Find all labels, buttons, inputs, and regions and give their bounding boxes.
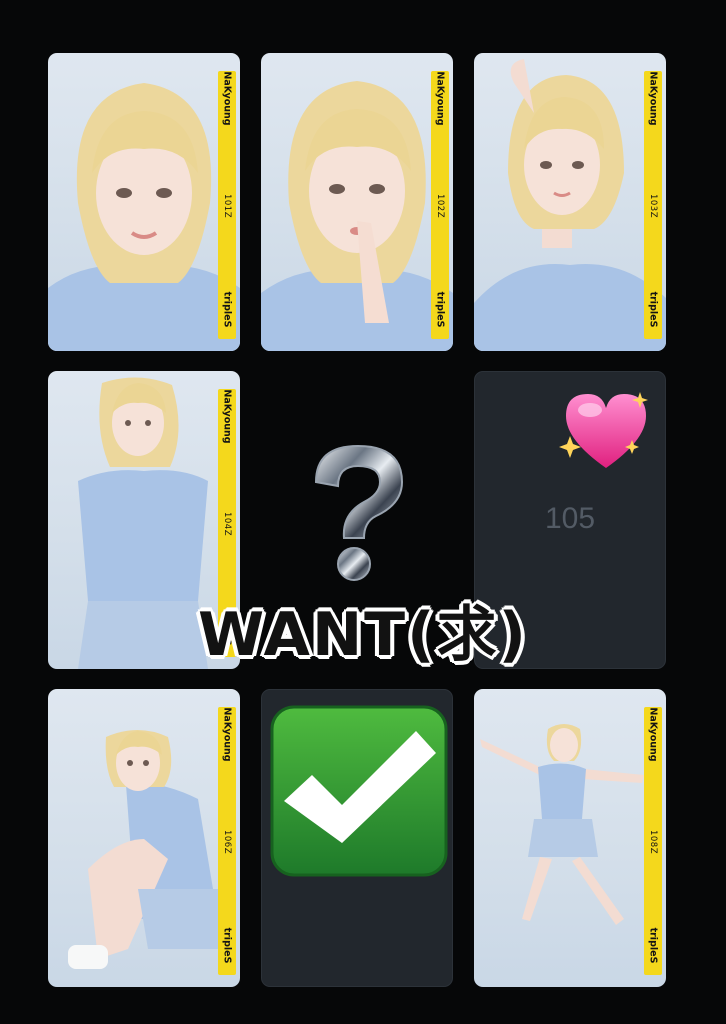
member-name: NaKyoung <box>221 707 233 762</box>
slot-number: 105 <box>544 502 596 535</box>
card-info-strip: NaKyoung 106Z tripleS <box>218 707 236 975</box>
member-photo <box>480 724 644 925</box>
card-serial: 102Z <box>435 193 445 219</box>
group-name: tripleS <box>221 291 233 328</box>
member-photo <box>474 59 666 351</box>
card-serial: 103Z <box>648 193 658 219</box>
question-mark-icon <box>314 444 404 581</box>
photocard-102z[interactable]: NaKyoung 102Z tripleS <box>261 53 453 351</box>
card-serial: 108Z <box>648 829 658 855</box>
card-info-strip: NaKyoung 101Z tripleS <box>218 71 236 339</box>
member-photo <box>68 730 228 969</box>
photocard-106z[interactable]: NaKyoung 106Z tripleS <box>48 689 240 987</box>
card-info-strip: NaKyoung 108Z tripleS <box>644 707 662 975</box>
member-photo <box>261 81 453 351</box>
sparkling-heart-icon <box>559 392 648 468</box>
card-info-strip: NaKyoung 103Z tripleS <box>644 71 662 339</box>
member-photo <box>48 83 240 351</box>
card-serial: 106Z <box>222 829 232 855</box>
member-name: NaKyoung <box>221 71 233 126</box>
member-name: NaKyoung <box>647 71 659 126</box>
want-label: WANT(求) <box>198 600 528 670</box>
member-name: NaKyoung <box>221 389 233 444</box>
group-name: tripleS <box>434 291 446 328</box>
card-info-strip: NaKyoung 102Z tripleS <box>431 71 449 339</box>
group-name: tripleS <box>647 291 659 328</box>
group-name: tripleS <box>647 927 659 964</box>
group-name: tripleS <box>221 927 233 964</box>
member-name: NaKyoung <box>647 707 659 762</box>
photocard-108z[interactable]: NaKyoung 108Z tripleS <box>474 689 666 987</box>
photocard-101z[interactable]: NaKyoung 101Z tripleS <box>48 53 240 351</box>
photocard-103z[interactable]: NaKyoung 103Z tripleS <box>474 53 666 351</box>
member-name: NaKyoung <box>434 71 446 126</box>
check-mark-icon <box>270 705 448 877</box>
card-serial: 104Z <box>222 511 232 537</box>
card-serial: 101Z <box>222 193 232 219</box>
